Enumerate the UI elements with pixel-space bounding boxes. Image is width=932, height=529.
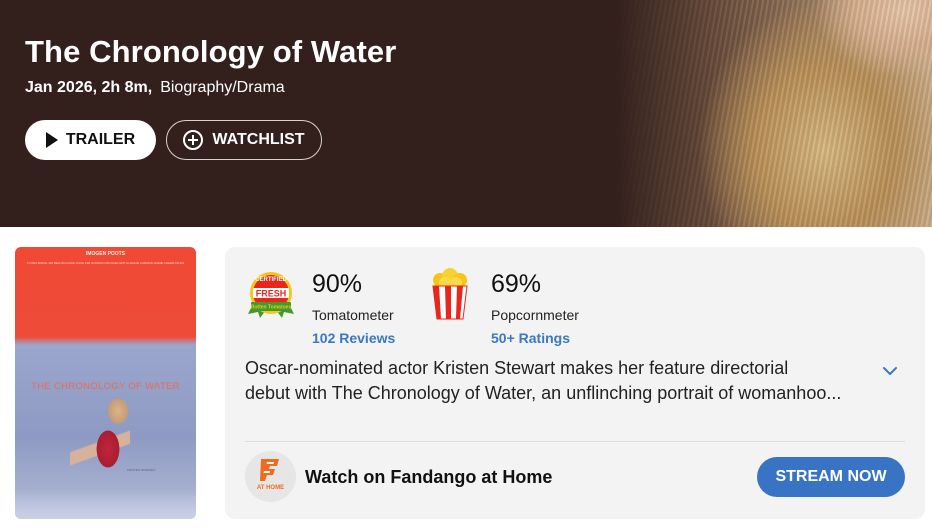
movie-genre: Biography/Drama [160,79,285,96]
poster-top-name: IMOGEN POOTS [85,251,126,257]
hero-banner: The Chronology of Water Jan 2026, 2h 8m,… [0,0,932,227]
fandango-at-home-caption: AT HOME [256,485,285,491]
watchlist-button-label: WATCHLIST [212,131,305,148]
certified-text: CERTIFIED [255,277,287,283]
poster-credit: KRISTEN STEWART [127,468,156,472]
poster-title: THE CHRONOLOGY OF WATER [31,381,180,392]
popcorn-bucket-icon[interactable] [430,268,470,320]
play-icon [45,132,58,148]
tomatometer-score: 90% [312,270,363,298]
trailer-button-label: TRAILER [65,131,136,148]
trailer-button[interactable]: TRAILER [25,120,156,160]
tomatometer-label: Tomatometer [312,307,394,323]
poster-figure [70,399,130,509]
synopsis: Oscar-nominated actor Kristen Stewart ma… [245,356,875,406]
movie-date-runtime: Jan 2026, 2h 8m, [25,79,153,96]
fandango-logo-icon [260,459,279,481]
synopsis-line-2: debut with The Chronology of Water, an u… [245,383,842,403]
movie-meta: Jan 2026, 2h 8m, Biography/Drama [25,79,285,97]
watchlist-button[interactable]: WATCHLIST [166,120,322,160]
stream-now-button[interactable]: STREAM NOW [757,457,905,497]
movie-title: The Chronology of Water [25,34,397,69]
movie-poster[interactable]: IMOGEN POOTS THORA BIRCH JIM BELUSHI EAR… [15,247,196,519]
popcornmeter-label: Popcornmeter [491,307,579,323]
hero-backdrop-image [615,0,932,227]
watch-on-fandango-label: Watch on Fandango at Home [305,467,553,487]
fandango-at-home-icon: AT HOME [245,451,296,502]
tomatometer-reviews-link[interactable]: 102 Reviews [312,330,395,346]
certified-fresh-icon[interactable]: CERTIFIED FRESH Rotten Tomatoes [246,268,296,318]
poster-cast-line: THORA BIRCH JIM BELUSHI EARL CAVE KIM GO… [26,261,185,265]
plus-circle-icon [183,130,204,150]
card-divider [245,441,905,442]
fresh-text: FRESH [256,289,287,299]
rotten-tomatoes-text: Rotten Tomatoes [251,305,292,311]
chevron-down-icon[interactable] [880,361,900,381]
synopsis-line-1: Oscar-nominated actor Kristen Stewart ma… [245,358,789,378]
popcornmeter-ratings-link[interactable]: 50+ Ratings [491,330,570,346]
popcornmeter-score: 69% [491,270,542,298]
